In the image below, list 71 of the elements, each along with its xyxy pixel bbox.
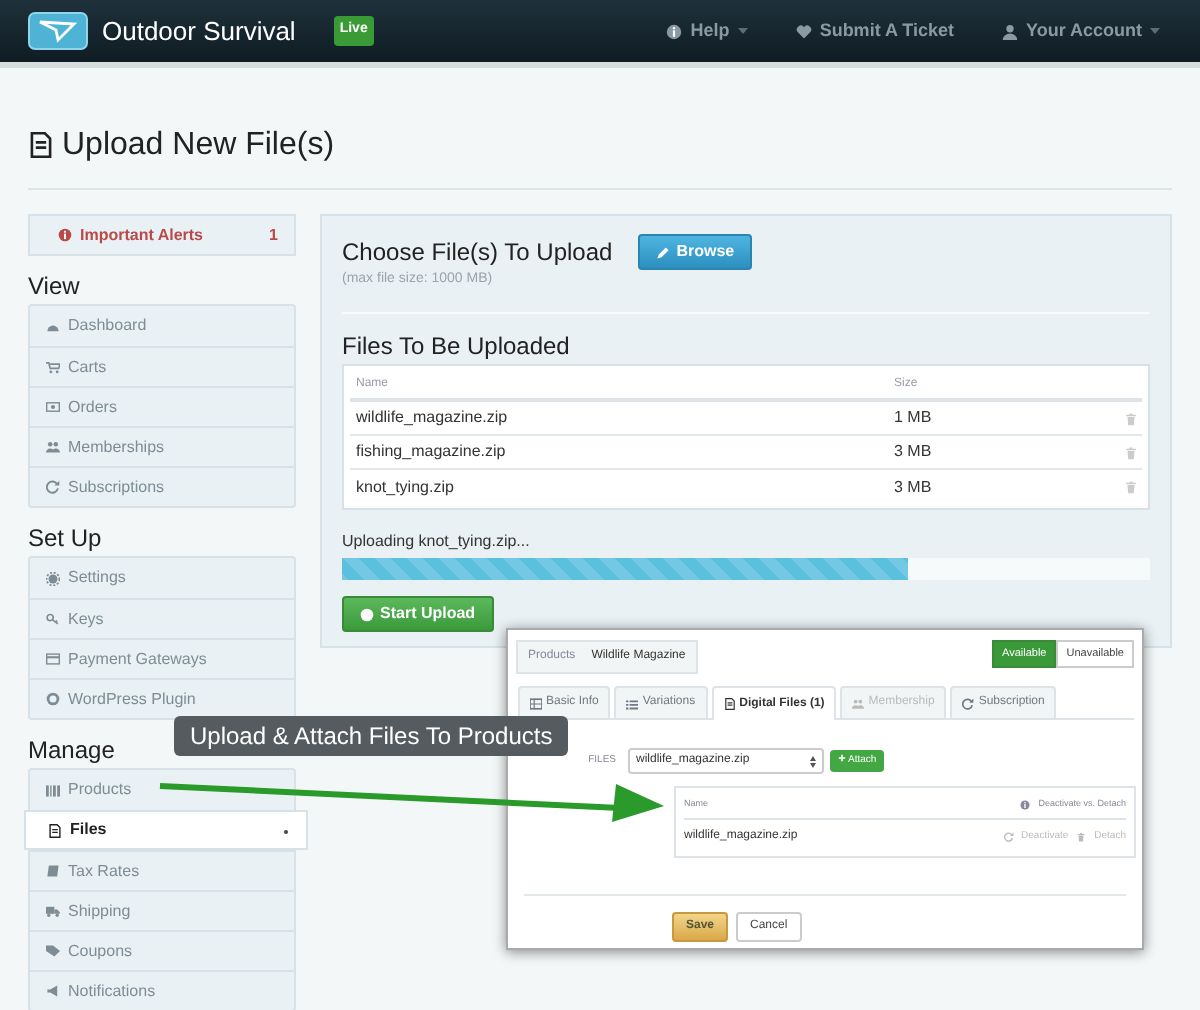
document-icon (48, 823, 62, 838)
people-icon (46, 440, 60, 455)
key-icon (46, 612, 60, 627)
bars-icon (46, 783, 60, 798)
pencil-icon (656, 245, 671, 260)
section-heading: Set Up (28, 524, 102, 553)
trash-icon (1076, 831, 1087, 842)
spinner-arrows-icon (810, 755, 816, 767)
section-title: Choose File(s) To Upload (342, 237, 613, 267)
sidebar-item[interactable]: Files (24, 810, 308, 851)
sidebar-item[interactable]: Coupons (30, 930, 294, 971)
file-name: knot_tying.zip (356, 475, 456, 500)
delete-button[interactable] (1124, 445, 1138, 460)
list-icon (626, 697, 639, 709)
section-heading: Manage (28, 736, 115, 765)
sidebar-item[interactable]: Keys (30, 598, 294, 639)
section-title: Files To Be Uploaded (342, 331, 572, 361)
trash-icon (1124, 411, 1138, 426)
delete-button[interactable] (1124, 480, 1138, 495)
file-name: fishing_magazine.zip (356, 440, 508, 465)
user-icon (1002, 23, 1018, 39)
trash-icon (1124, 480, 1138, 495)
sidebar-item[interactable]: Dashboard (30, 306, 294, 347)
refresh-icon (1003, 831, 1014, 842)
refresh-icon (962, 697, 975, 709)
upload-status: Uploading knot_tying.zip... (342, 530, 532, 555)
nav-link[interactable]: Submit A Ticket (795, 17, 954, 45)
logo-icon (28, 12, 88, 50)
nav-link[interactable]: Help (666, 17, 748, 45)
tag-icon (46, 944, 60, 959)
section-heading: View (28, 272, 80, 301)
delete-button[interactable] (1124, 411, 1138, 426)
sidebar-item[interactable]: Subscriptions (30, 466, 294, 507)
info-icon (58, 228, 72, 243)
truck-icon (46, 904, 60, 919)
page-icon (28, 132, 54, 159)
page-title: Upload New File(s) (62, 126, 335, 165)
file-size: 1 MB (894, 406, 934, 431)
file-size: 3 MB (894, 475, 934, 500)
sidebar-item[interactable]: Settings (30, 558, 294, 599)
info-icon (1020, 799, 1031, 810)
card-icon (46, 652, 60, 667)
start-upload-button[interactable]: Start Upload (342, 596, 494, 633)
banknote-icon (46, 400, 60, 415)
document-icon (723, 698, 736, 710)
gear-icon (46, 571, 60, 586)
megaphone-icon (46, 984, 60, 999)
refresh-icon (46, 480, 60, 495)
plus-icon (838, 754, 846, 763)
heart-icon (795, 23, 812, 39)
nav-link[interactable]: Your Account (1002, 17, 1160, 45)
sidebar-item[interactable]: Products (30, 770, 294, 811)
file-size: 3 MB (894, 440, 934, 465)
sidebar-item[interactable]: Carts (30, 346, 294, 387)
sidebar-item[interactable]: Orders (30, 386, 294, 427)
sidebar-item[interactable]: Notifications (30, 970, 294, 1010)
callout-label: Upload & Attach Files To Products (174, 716, 569, 756)
alerts-item[interactable]: Important Alerts 1 (28, 214, 296, 257)
info-icon (666, 23, 683, 39)
trash-icon (1124, 445, 1138, 460)
file-name: wildlife_magazine.zip (356, 406, 510, 431)
cart-icon (46, 360, 60, 375)
sidebar-item[interactable]: Payment Gateways (30, 638, 294, 679)
sidebar-item[interactable]: Tax Rates (30, 850, 294, 891)
grid-icon (530, 697, 542, 709)
sidebar-item[interactable]: Shipping (30, 890, 294, 931)
people-icon (852, 697, 865, 709)
ring-icon (46, 692, 60, 707)
brand-name[interactable]: Outdoor Survival (102, 11, 296, 51)
sidebar-item[interactable]: Memberships (30, 426, 294, 467)
browse-button[interactable]: Browse (638, 234, 753, 271)
